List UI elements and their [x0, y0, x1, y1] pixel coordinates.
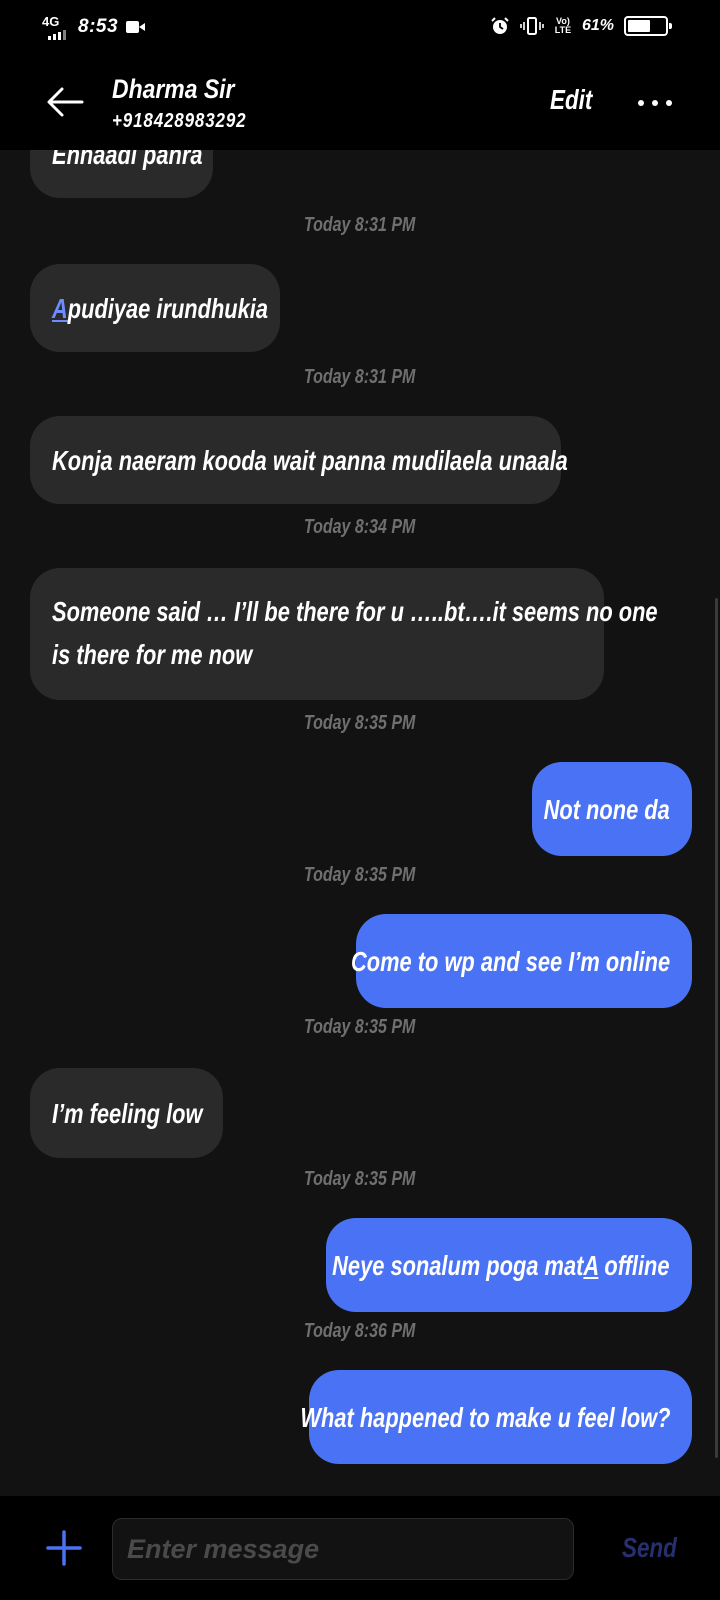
more-dots-icon[interactable] — [634, 96, 676, 110]
message-input[interactable] — [112, 1518, 574, 1580]
message-incoming[interactable]: Enhaadi panra — [30, 150, 213, 198]
message-outgoing[interactable]: Come to wp and see I’m online — [351, 914, 692, 1008]
message-outgoing[interactable]: Not none da — [532, 762, 692, 856]
message-list[interactable]: Enhaadi panra Today 8:31 PM Apudiyae iru… — [0, 150, 720, 1496]
plus-icon[interactable] — [44, 1528, 84, 1568]
message-outgoing[interactable]: Neye sonalum poga matA offline — [326, 1218, 692, 1312]
conversation-header: Dharma Sir +918428983292 Edit — [0, 56, 720, 150]
message-timestamp: Today 8:35 PM — [304, 1016, 416, 1038]
video-icon — [126, 20, 146, 34]
signal-icon: 4G — [40, 14, 70, 40]
status-bar: 4G 8:53 Vo) LTE 61% — [0, 0, 720, 56]
message-text: pudiyae irundhukia — [67, 292, 269, 324]
message-timestamp: Today 8:35 PM — [304, 864, 416, 886]
scrollbar[interactable] — [715, 598, 718, 1458]
status-time: 8:53 — [78, 16, 119, 37]
message-outgoing[interactable]: What happened to make u feel low? — [300, 1370, 692, 1464]
composer: Send — [0, 1496, 720, 1600]
message-incoming[interactable]: Someone said … I’ll be there for u …..bt… — [30, 568, 658, 700]
message-timestamp: Today 8:35 PM — [304, 1168, 416, 1190]
send-button[interactable]: Send — [622, 1532, 677, 1564]
message-text: Enhaadi panra — [52, 150, 203, 170]
message-timestamp: Today 8:31 PM — [304, 214, 416, 236]
message-incoming[interactable]: I’m feeling low — [30, 1068, 223, 1158]
vibrate-icon — [520, 17, 544, 35]
message-incoming[interactable]: Konja naeram kooda wait panna mudilaela … — [30, 416, 568, 504]
message-text: I’m feeling low — [52, 1097, 203, 1129]
message-incoming[interactable]: Apudiyae irundhukia — [30, 264, 280, 352]
network-type: 4G — [42, 14, 60, 29]
message-timestamp: Today 8:34 PM — [304, 516, 416, 538]
message-text-highlight[interactable]: A — [584, 1250, 599, 1281]
message-timestamp: Today 8:36 PM — [304, 1320, 416, 1342]
message-text: Neye sonalum poga mat — [332, 1249, 584, 1281]
message-text: is there for me now — [52, 639, 253, 670]
message-text: Konja naeram kooda wait panna mudilaela … — [52, 444, 568, 476]
battery-percent: 61% — [581, 17, 614, 34]
message-timestamp: Today 8:35 PM — [304, 712, 416, 734]
message-text: Not none da — [543, 793, 670, 825]
message-timestamp: Today 8:31 PM — [304, 366, 416, 388]
contact-number: +918428983292 — [112, 110, 247, 132]
message-text: Someone said … I’ll be there for u …..bt… — [52, 596, 658, 627]
message-text: Come to wp and see I’m online — [350, 945, 670, 977]
contact-name: Dharma Sir — [112, 74, 235, 104]
volte-indicator: Vo) LTE — [554, 16, 572, 35]
message-text-highlight[interactable]: A — [52, 293, 68, 324]
message-text: offline — [598, 1249, 670, 1281]
back-arrow-icon[interactable] — [44, 80, 88, 124]
alarm-icon — [491, 17, 509, 34]
edit-button[interactable]: Edit — [550, 84, 592, 116]
message-text: What happened to make u feel low? — [299, 1401, 670, 1433]
battery-icon — [624, 16, 672, 36]
